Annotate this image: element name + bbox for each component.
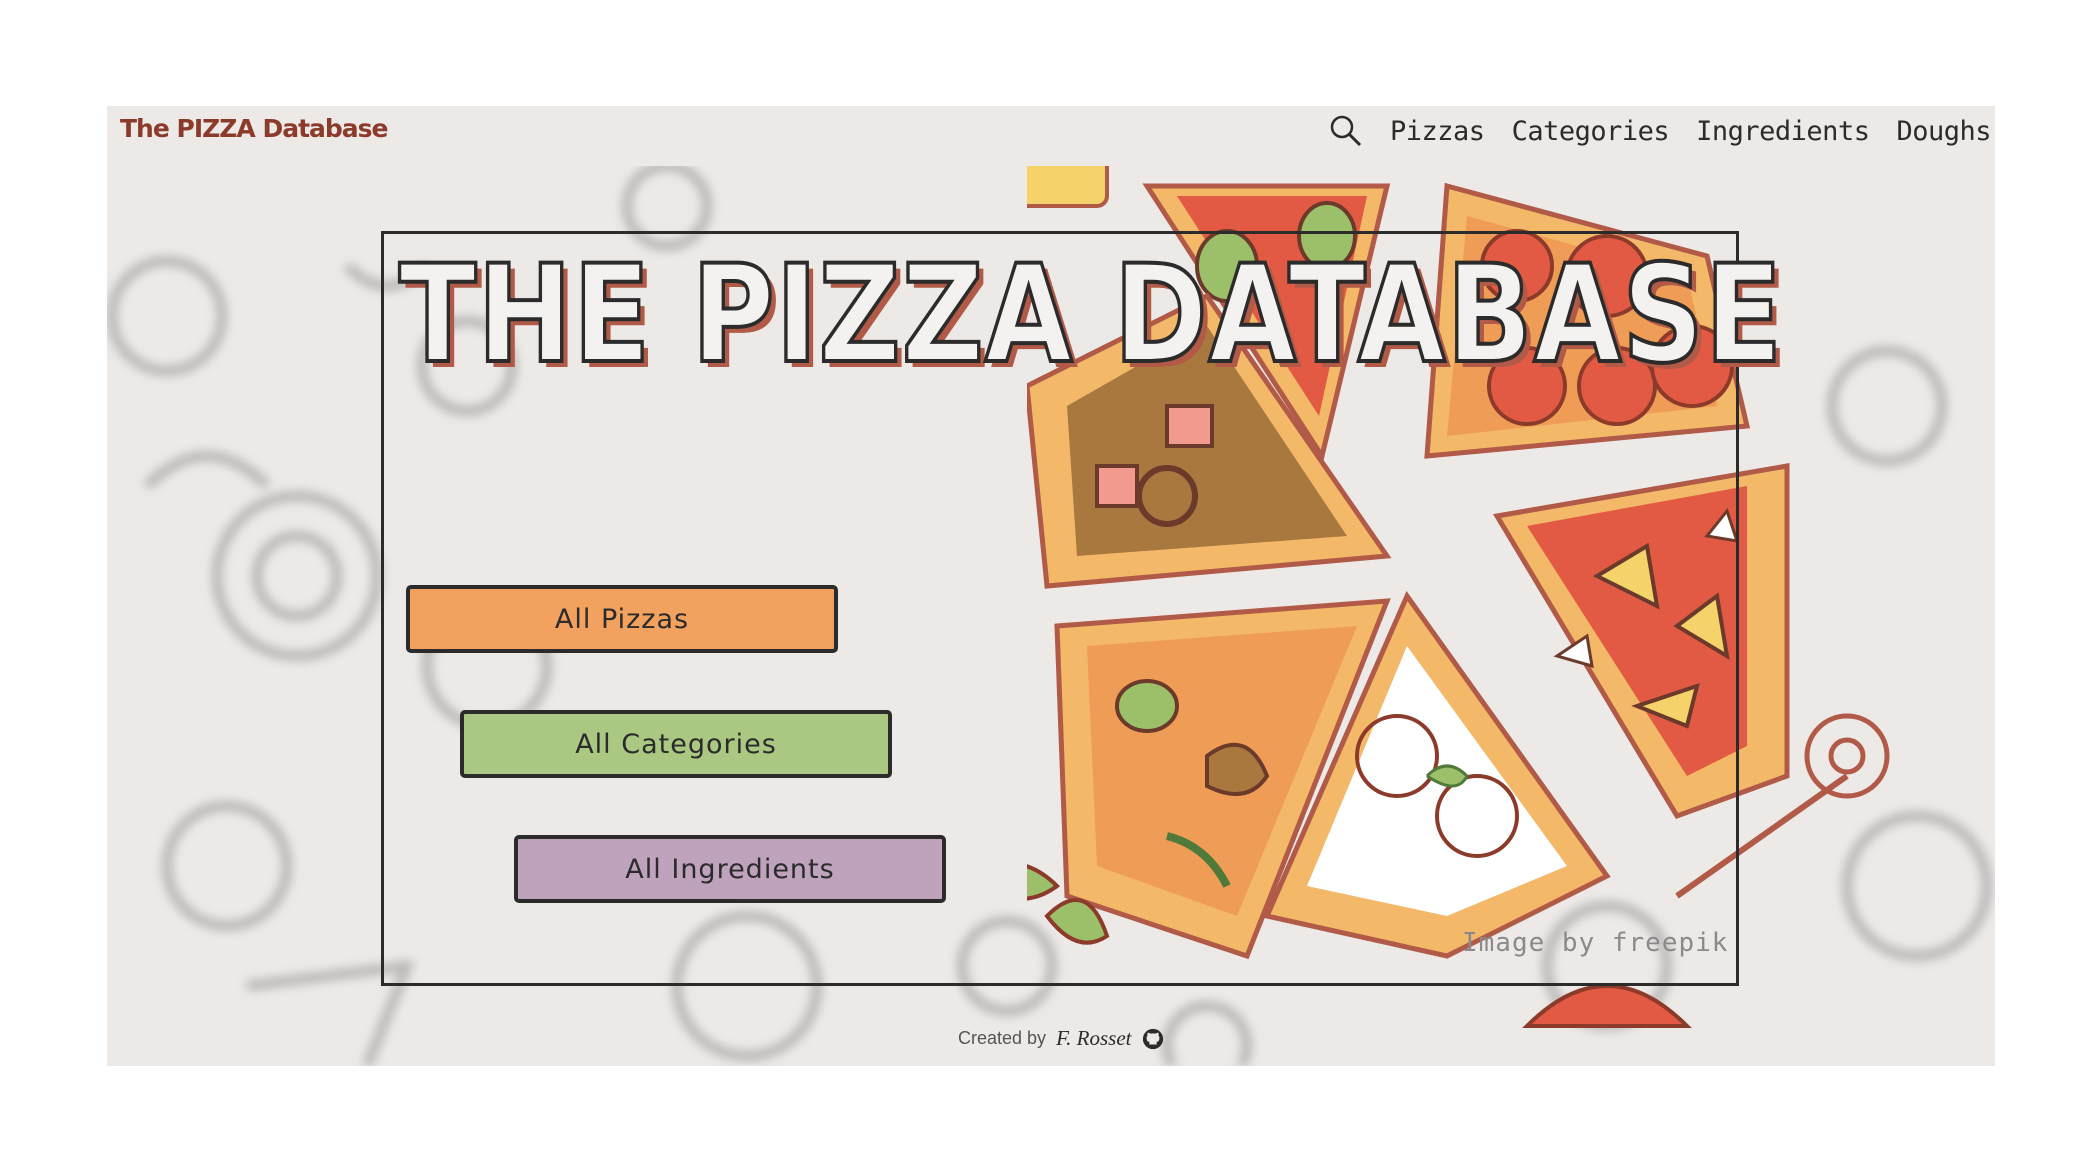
all-pizzas-button[interactable]: All Pizzas xyxy=(406,585,838,653)
nav-link-ingredients[interactable]: Ingredients xyxy=(1696,116,1870,147)
nav-link-doughs[interactable]: Doughs xyxy=(1896,116,1991,147)
all-categories-button[interactable]: All Categories xyxy=(460,710,892,778)
footer: Created by F. Rosset xyxy=(958,1026,1164,1051)
github-icon[interactable] xyxy=(1142,1028,1164,1050)
author-link[interactable]: F. Rosset xyxy=(1056,1026,1131,1051)
search-icon[interactable] xyxy=(1329,114,1363,148)
nav-link-pizzas[interactable]: Pizzas xyxy=(1390,116,1485,147)
image-credit: Image by freepik xyxy=(1462,928,1729,958)
navbar: The PIZZA Database Pizzas Categories Ing… xyxy=(107,106,1995,166)
hero-title: THE PIZZA DATABASE xyxy=(397,234,1784,395)
all-ingredients-button[interactable]: All Ingredients xyxy=(514,835,946,903)
created-by-label: Created by xyxy=(958,1028,1047,1048)
nav-link-categories[interactable]: Categories xyxy=(1512,116,1670,147)
nav-links: Pizzas Categories Ingredients Doughs xyxy=(1329,114,1991,148)
page-frame: The PIZZA Database Pizzas Categories Ing… xyxy=(107,106,1995,1066)
brand-logo[interactable]: The PIZZA Database xyxy=(120,114,388,143)
